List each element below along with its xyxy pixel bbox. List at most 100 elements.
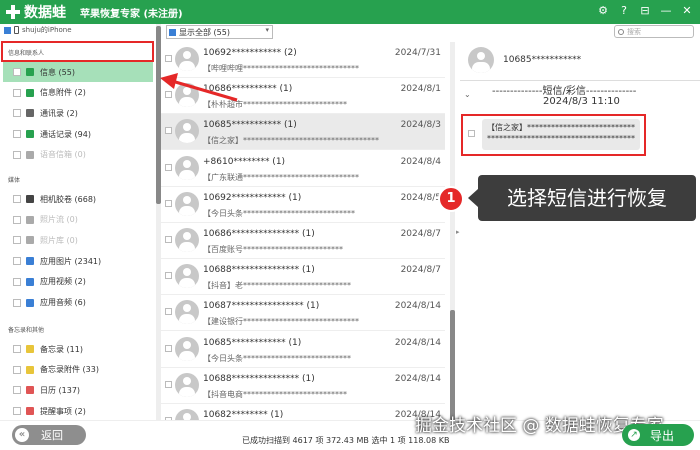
help-icon[interactable]: ? xyxy=(617,4,631,18)
message-checkbox[interactable] xyxy=(165,308,172,316)
message-row[interactable]: 10685*********** (1) 2024/8/3 【信之家】*******… xyxy=(161,114,445,151)
sidebar-item-label: 备忘录附件 (33) xyxy=(40,365,99,375)
sidebar-item[interactable]: 信息 (55) xyxy=(3,62,153,82)
sidebar-item-label: 应用视频 (2) xyxy=(40,277,86,287)
minimize-icon[interactable]: — xyxy=(659,4,673,18)
double-chevron-left-icon: « xyxy=(15,428,29,442)
message-preview: 【哔哩哔哩***************************** xyxy=(203,64,359,73)
message-list-scroll-thumb[interactable] xyxy=(450,310,455,420)
message-row[interactable]: 10686*************** (1) 2024/8/7 【百度账号***… xyxy=(161,223,445,259)
sidebar-item-checkbox[interactable] xyxy=(13,88,21,97)
avatar xyxy=(175,372,199,397)
app-title: 苹果恢复专家 (未注册) xyxy=(80,8,183,20)
device-checkbox[interactable] xyxy=(4,26,11,34)
message-date: 2024/7/31 xyxy=(394,48,441,58)
notes-attachment-icon xyxy=(26,365,34,374)
message-preview: 【抖音电商************************** xyxy=(203,389,347,399)
message-row[interactable]: 10688*************** (1) 2024/8/7 【抖音】老***… xyxy=(161,259,445,296)
message-checkbox[interactable] xyxy=(165,127,172,135)
message-row[interactable]: 10688*************** (1) 2024/8/14 【抖音电商**… xyxy=(161,368,445,404)
message-number: 10682******** (1) xyxy=(203,410,284,420)
sidebar-item[interactable]: 通话记录 (94) xyxy=(3,124,153,144)
message-row[interactable]: +8610******** (1) 2024/8/4 【广东联通**********… xyxy=(161,151,445,187)
bubble-checkbox[interactable] xyxy=(468,130,475,137)
sidebar-item-label: 信息附件 (2) xyxy=(40,88,86,98)
sidebar-item[interactable]: 相机胶卷 (668) xyxy=(3,189,153,209)
avatar xyxy=(175,300,199,325)
sidebar-item-checkbox[interactable] xyxy=(13,109,21,118)
sidebar-item[interactable]: 通讯录 (2) xyxy=(3,103,153,123)
sidebar-item-checkbox[interactable] xyxy=(13,236,21,245)
search-input[interactable]: 搜索 xyxy=(614,25,694,38)
sidebar-item[interactable]: 日历 (137) xyxy=(3,380,153,400)
sidebar-item[interactable]: 应用图片 (2341) xyxy=(3,251,153,271)
message-checkbox[interactable] xyxy=(165,272,172,280)
message-number: 10692************ (1) xyxy=(203,192,302,203)
sidebar-item[interactable]: 语音信箱 (0) xyxy=(3,145,153,165)
sidebar-item-checkbox[interactable] xyxy=(13,215,21,224)
sidebar-item-checkbox[interactable] xyxy=(13,68,21,76)
message-time: 2024/8/3 11:10 xyxy=(543,96,620,107)
sidebar-item[interactable]: 提醒事项 (2) xyxy=(3,401,153,421)
message-preview: 【抖音】老*************************** xyxy=(203,281,351,291)
sidebar-item[interactable]: 应用视频 (2) xyxy=(3,272,153,292)
sidebar-item[interactable]: 备忘录 (11) xyxy=(3,339,153,359)
message-checkbox[interactable] xyxy=(165,55,172,62)
message-date: 2024/8/1 xyxy=(400,84,441,95)
sidebar-item-label: 提醒事项 (2) xyxy=(40,406,86,416)
sidebar-item-label: 日历 (137) xyxy=(40,385,81,395)
sidebar-item-label: 相机胶卷 (668) xyxy=(40,194,97,204)
search-icon xyxy=(618,28,624,35)
message-row[interactable]: 10685************ (1) 2024/8/14 【今日头条*****… xyxy=(161,332,445,368)
section-label: 备忘录和其他 xyxy=(8,327,45,334)
device-row[interactable]: shuju的iPhone xyxy=(4,25,72,35)
sidebar-item-checkbox[interactable] xyxy=(13,386,21,395)
sidebar-item-checkbox[interactable] xyxy=(13,298,21,307)
filter-select[interactable]: 显示全部 (55) ▾ xyxy=(166,25,273,39)
message-checkbox[interactable] xyxy=(165,380,172,388)
message-checkbox[interactable] xyxy=(165,236,172,243)
message-checkbox[interactable] xyxy=(165,91,172,99)
sidebar-item-checkbox[interactable] xyxy=(13,195,21,203)
contact-avatar xyxy=(468,47,494,73)
message-row[interactable]: 10692*********** (2) 2024/7/31 【哔哩哔哩******… xyxy=(161,42,445,78)
message-bubble[interactable]: 【信之家】***********************************… xyxy=(482,119,640,150)
app-photo-icon xyxy=(26,257,34,266)
select-all-checkbox[interactable] xyxy=(169,28,176,36)
sidebar-item-checkbox[interactable] xyxy=(13,365,21,374)
sidebar-item-checkbox[interactable] xyxy=(13,150,21,159)
sidebar-item[interactable]: 应用音频 (6) xyxy=(3,293,153,313)
sidebar-item-checkbox[interactable] xyxy=(13,407,21,416)
photo-stream-icon xyxy=(26,215,34,224)
photo-library-icon xyxy=(26,236,34,245)
settings-icon[interactable]: ⚙ xyxy=(596,4,610,18)
message-checkbox[interactable] xyxy=(165,163,172,171)
collapse-arrow-icon[interactable]: ▸ xyxy=(456,228,460,236)
back-button[interactable]: « 返回 xyxy=(12,425,86,445)
sidebar-item[interactable]: 照片流 (0) xyxy=(3,210,153,230)
contact-number: 10685*********** xyxy=(503,55,582,65)
feedback-icon[interactable]: ⊟ xyxy=(638,4,652,18)
message-row[interactable]: 10686********** (1) 2024/8/1 【朴朴超市********… xyxy=(161,78,445,115)
back-label: 返回 xyxy=(41,429,63,442)
message-row[interactable]: 10692************ (1) 2024/8/5 【今日头条******… xyxy=(161,187,445,223)
message-list-scrollbar[interactable] xyxy=(450,42,455,422)
message-date: 2024/8/5 xyxy=(400,192,441,203)
chevron-down-icon[interactable]: ⌄ xyxy=(464,90,471,99)
close-icon[interactable]: ✕ xyxy=(680,4,694,18)
sidebar-item[interactable]: 照片库 (0) xyxy=(3,230,153,250)
message-checkbox[interactable] xyxy=(165,344,172,352)
message-row[interactable]: 10687**************** (1) 2024/8/14 【建设银行*… xyxy=(161,295,445,332)
export-button[interactable]: ↗ 导出 xyxy=(622,424,694,446)
sidebar-item[interactable]: 备忘录附件 (33) xyxy=(3,360,153,380)
message-checkbox[interactable] xyxy=(165,199,172,207)
sidebar-item-checkbox[interactable] xyxy=(13,130,21,139)
sidebar-item[interactable]: 信息附件 (2) xyxy=(3,83,153,103)
voicemail-icon xyxy=(26,150,34,159)
message-number: 10686*************** (1) xyxy=(203,229,315,239)
avatar xyxy=(175,155,199,180)
sidebar-item-checkbox[interactable] xyxy=(13,277,21,286)
message-preview: 【信之家】********************************** xyxy=(203,136,379,146)
sidebar-item-checkbox[interactable] xyxy=(13,345,21,353)
sidebar-item-checkbox[interactable] xyxy=(13,257,21,266)
